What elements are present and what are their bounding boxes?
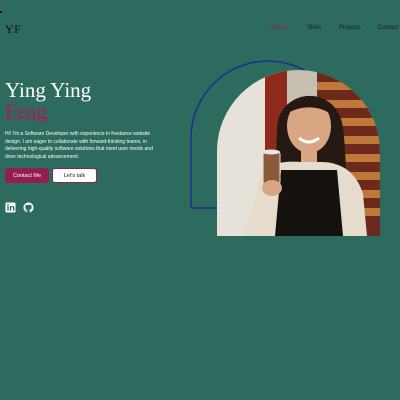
site-logo[interactable]: YF <box>5 22 21 37</box>
name-underline <box>5 118 48 119</box>
github-icon[interactable] <box>23 202 34 213</box>
nav-contact[interactable]: Contact <box>378 25 399 31</box>
nav-skills[interactable]: Skills <box>307 25 321 31</box>
portfolio-page: YF Home Skills Projects Contact Ying Yin… <box>0 0 400 400</box>
contact-me-button[interactable]: Contact Me <box>5 168 49 183</box>
hero-bio: Hi! I'm a Software Developer with experi… <box>5 131 153 160</box>
nav-projects[interactable]: Projects <box>339 25 361 31</box>
nav-home[interactable]: Home <box>271 25 287 31</box>
profile-photo <box>217 70 380 236</box>
hero-name-first: Ying Ying <box>5 78 92 102</box>
linkedin-icon[interactable] <box>5 202 16 213</box>
corner-mark <box>0 11 2 13</box>
lets-talk-button[interactable]: Let's talk <box>52 168 97 183</box>
